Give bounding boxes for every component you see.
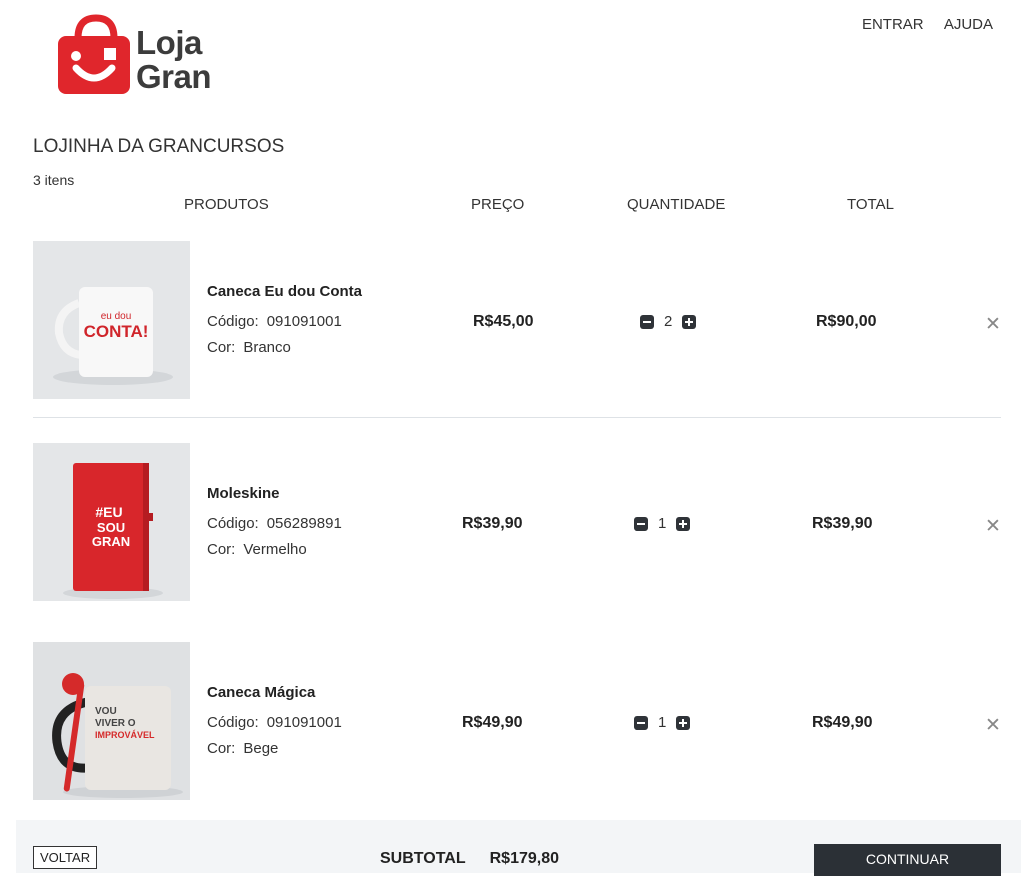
row-divider bbox=[33, 417, 1001, 418]
product-color: Cor: Vermelho bbox=[207, 541, 307, 558]
column-header-price: PREÇO bbox=[471, 196, 525, 213]
product-code: Código: 091091001 bbox=[207, 714, 342, 731]
minus-square-icon[interactable] bbox=[634, 516, 648, 531]
product-name[interactable]: Caneca Mágica bbox=[207, 684, 315, 701]
cart-row: VOU VIVER O IMPROVÁVEL Caneca Mágica Cód… bbox=[33, 642, 1001, 802]
quantity-stepper: 1 bbox=[634, 714, 691, 731]
notebook-image: #EU SOU GRAN bbox=[33, 443, 190, 601]
quantity-value: 1 bbox=[658, 515, 667, 532]
product-image[interactable]: eu dou CONTA! bbox=[33, 241, 190, 399]
login-link[interactable]: ENTRAR bbox=[862, 16, 924, 33]
minus-square-icon[interactable] bbox=[634, 715, 648, 730]
mug-text-1: eu dou bbox=[101, 311, 132, 322]
plus-square-icon[interactable] bbox=[682, 314, 697, 329]
line-total: R$39,90 bbox=[812, 515, 873, 532]
column-header-quantity: QUANTIDADE bbox=[627, 196, 726, 213]
code-value: 056289891 bbox=[266, 515, 342, 532]
product-color: Cor: Branco bbox=[207, 339, 291, 356]
close-icon[interactable]: ✕ bbox=[985, 515, 1001, 538]
subtotal-value: R$179,80 bbox=[489, 850, 560, 867]
close-icon[interactable]: ✕ bbox=[985, 313, 1001, 336]
magic-mug-text-3: IMPROVÁVEL bbox=[95, 730, 155, 740]
page-title: LOJINHA DA GRANCURSOS bbox=[33, 136, 285, 157]
color-value: Bege bbox=[243, 740, 279, 757]
code-label: Código: bbox=[207, 515, 259, 532]
brand-name: Loja Gran bbox=[136, 24, 212, 95]
code-value: 091091001 bbox=[266, 313, 342, 330]
product-price: R$45,00 bbox=[473, 313, 534, 330]
magic-mug-image: VOU VIVER O IMPROVÁVEL bbox=[33, 642, 190, 800]
quantity-stepper: 2 bbox=[640, 313, 697, 330]
close-icon[interactable]: ✕ bbox=[985, 714, 1001, 737]
magic-mug-text-1: VOU bbox=[95, 706, 117, 717]
top-nav: ENTRAR AJUDA bbox=[846, 16, 993, 33]
column-header-total: TOTAL bbox=[847, 196, 894, 213]
mug-image: eu dou CONTA! bbox=[33, 241, 190, 399]
continue-button[interactable]: CONTINUAR bbox=[814, 844, 1001, 876]
subtotal: SUBTOTAL R$179,80 bbox=[380, 850, 559, 868]
notebook-text-3: GRAN bbox=[92, 534, 130, 549]
product-image[interactable]: VOU VIVER O IMPROVÁVEL bbox=[33, 642, 190, 800]
color-label: Cor: bbox=[207, 339, 236, 356]
quantity-value: 1 bbox=[658, 714, 667, 731]
help-link[interactable]: AJUDA bbox=[944, 16, 993, 33]
notebook-text-1: #EU bbox=[95, 504, 122, 520]
cart-footer: VOLTAR SUBTOTAL R$179,80 CONTINUAR bbox=[16, 820, 1021, 876]
color-value: Branco bbox=[243, 339, 291, 356]
code-label: Código: bbox=[207, 714, 259, 731]
product-color: Cor: Bege bbox=[207, 740, 278, 757]
color-value: Vermelho bbox=[243, 541, 307, 558]
quantity-value: 2 bbox=[664, 313, 673, 330]
brand-name-line1: Loja bbox=[136, 24, 202, 61]
notebook-text-2: SOU bbox=[97, 520, 125, 535]
product-price: R$39,90 bbox=[462, 515, 523, 532]
code-label: Código: bbox=[207, 313, 259, 330]
plus-square-icon[interactable] bbox=[676, 715, 691, 730]
plus-square-icon[interactable] bbox=[676, 516, 691, 531]
product-image[interactable]: #EU SOU GRAN bbox=[33, 443, 190, 601]
product-name[interactable]: Caneca Eu dou Conta bbox=[207, 283, 362, 300]
minus-square-icon[interactable] bbox=[640, 314, 654, 329]
line-total: R$49,90 bbox=[812, 714, 873, 731]
magic-mug-text-2: VIVER O bbox=[95, 718, 136, 729]
cart-row: #EU SOU GRAN Moleskine Código: 056289891 … bbox=[33, 443, 1001, 603]
color-label: Cor: bbox=[207, 740, 236, 757]
column-header-products: PRODUTOS bbox=[184, 196, 269, 213]
back-button[interactable]: VOLTAR bbox=[33, 846, 98, 869]
subtotal-label: SUBTOTAL bbox=[380, 850, 466, 867]
item-count: 3 itens bbox=[33, 172, 75, 188]
quantity-stepper: 1 bbox=[634, 515, 691, 532]
code-value: 091091001 bbox=[266, 714, 342, 731]
cart-row: eu dou CONTA! Caneca Eu dou Conta Código… bbox=[33, 241, 1001, 401]
mug-text-2: CONTA! bbox=[84, 322, 149, 341]
product-code: Código: 091091001 bbox=[207, 313, 342, 330]
line-total: R$90,00 bbox=[816, 313, 877, 330]
product-code: Código: 056289891 bbox=[207, 515, 342, 532]
brand-name-line2: Gran bbox=[136, 58, 212, 95]
product-price: R$49,90 bbox=[462, 714, 523, 731]
shopping-bag-icon bbox=[58, 14, 130, 94]
product-name[interactable]: Moleskine bbox=[207, 485, 280, 502]
color-label: Cor: bbox=[207, 541, 236, 558]
